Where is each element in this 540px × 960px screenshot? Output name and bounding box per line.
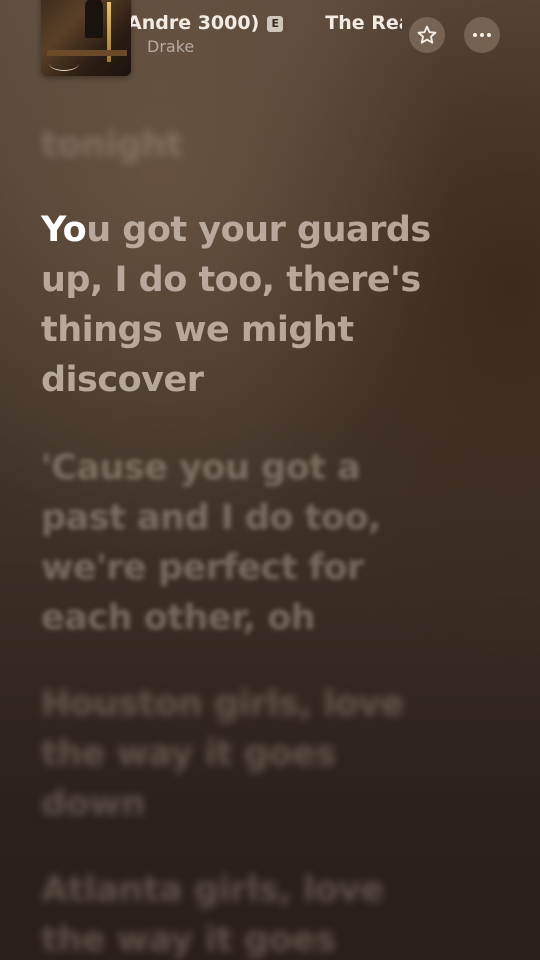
lyric-line-later[interactable]: Houston girls, love the way it goes down — [41, 679, 411, 829]
lyric-current-remaining-part: u got your guards up, I do too, there's … — [41, 210, 431, 400]
favorite-button[interactable] — [409, 17, 445, 53]
lyric-line-current[interactable]: You got your guards up, I do too, there'… — [41, 205, 441, 405]
ellipsis-icon — [473, 33, 491, 37]
lyric-line-next[interactable]: 'Cause you got a past and I do too, we'r… — [41, 443, 401, 643]
album-art[interactable] — [41, 0, 131, 76]
album-art-signature — [49, 56, 79, 71]
lyrics-view[interactable]: tonight You got your guards up, I do too… — [41, 120, 511, 960]
lyric-line-later[interactable]: Atlanta girls, love the way it goes — [41, 865, 411, 960]
song-title-marquee[interactable]: Andre 3000) E The Rea — [131, 8, 402, 38]
now-playing-header: Andre 3000) E The Rea Drake — [0, 0, 540, 90]
star-icon — [417, 25, 437, 44]
lyric-current-sung-part: Yo — [41, 210, 87, 250]
album-art-table — [47, 50, 127, 56]
song-title: Andre 3000) — [131, 12, 260, 34]
more-options-button[interactable] — [464, 17, 500, 53]
lyric-line-previous[interactable]: tonight — [41, 120, 511, 170]
artist-name[interactable]: Drake — [147, 37, 194, 56]
explicit-badge: E — [267, 16, 284, 32]
album-art-figure — [85, 0, 103, 38]
song-title-marquee-continuation: The Rea — [325, 12, 402, 34]
